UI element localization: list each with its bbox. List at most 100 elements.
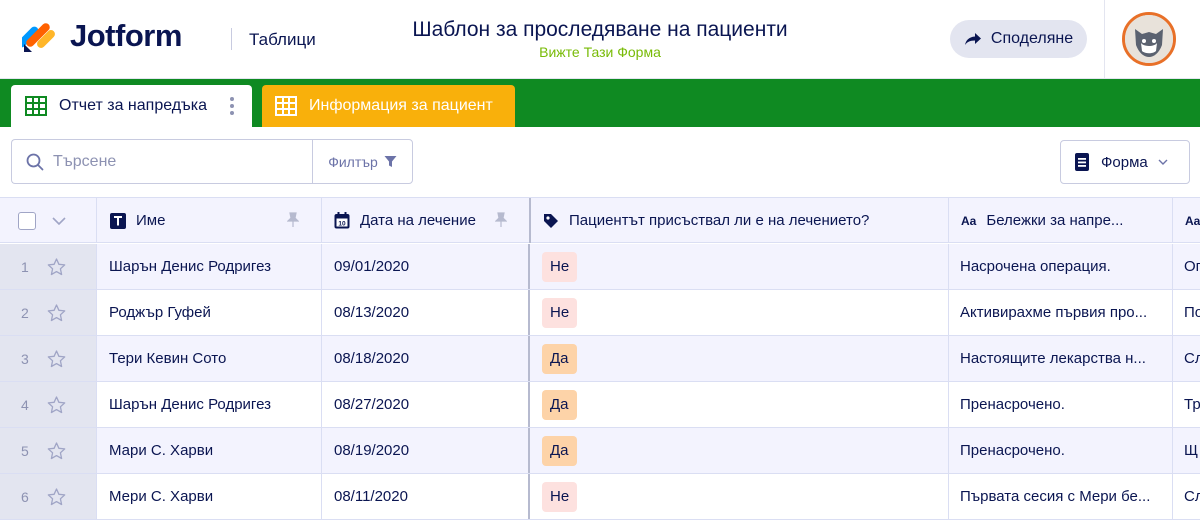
notes-cell[interactable]: Настоящите лекарства н... (949, 336, 1173, 381)
date-cell[interactable]: 09/01/2020 (322, 244, 530, 289)
more-vertical-icon[interactable] (230, 96, 234, 116)
row-number-cell: 2 (0, 290, 97, 335)
form-button[interactable]: Форма (1060, 140, 1190, 184)
star-icon[interactable] (47, 257, 66, 276)
search-input[interactable] (53, 152, 293, 171)
header-divider (231, 28, 232, 50)
row-number: 6 (21, 488, 29, 505)
overflow-cell[interactable]: Щ (1173, 428, 1200, 473)
star-icon[interactable] (47, 349, 66, 368)
name-cell[interactable]: Шарън Денис Родригез (97, 382, 322, 427)
attended-cell[interactable]: Не (531, 290, 949, 335)
logo-text: Jotform (70, 18, 182, 53)
app-header: Jotform Таблици Шаблон за проследяване н… (0, 0, 1200, 79)
row-number: 4 (21, 396, 29, 413)
row-number: 1 (21, 258, 29, 275)
row-number: 3 (21, 350, 29, 367)
star-icon[interactable] (47, 487, 66, 506)
tab-patient-info[interactable]: Информация за пациент (262, 85, 515, 127)
user-avatar-icon (1125, 15, 1173, 63)
chevron-down-icon[interactable] (52, 216, 66, 225)
attended-cell[interactable]: Не (531, 244, 949, 289)
table-row[interactable]: 2 Роджър Гуфей 08/13/2020 Не Активирахме пър… (0, 290, 1200, 336)
name-cell[interactable]: Тери Кевин Сото (97, 336, 322, 381)
notes-cell[interactable]: Активирахме първия про... (949, 290, 1173, 335)
overflow-cell[interactable]: По (1173, 290, 1200, 335)
tab-label: Отчет за напредъка (59, 97, 208, 114)
notes-cell[interactable]: Пренасрочено. (949, 382, 1173, 427)
table-row[interactable]: 4 Шарън Денис Родригез 08/27/2020 Да Пренаср… (0, 382, 1200, 428)
chevron-down-icon (1158, 159, 1168, 165)
jotform-logo-icon (17, 18, 56, 54)
date-cell[interactable]: 08/13/2020 (322, 290, 530, 335)
star-icon[interactable] (47, 395, 66, 414)
select-all-checkbox[interactable] (18, 211, 36, 230)
pin-icon[interactable] (287, 212, 299, 228)
row-number-cell: 5 (0, 428, 97, 473)
overflow-cell[interactable]: Тр (1173, 382, 1200, 427)
attended-badge: Не (542, 481, 578, 512)
view-form-link[interactable]: Вижте Тази Форма (400, 44, 800, 60)
jotform-logo[interactable]: Jotform (17, 18, 182, 54)
column-header-more[interactable]: Aa (1173, 198, 1200, 243)
name-cell[interactable]: Мари С. Харви (97, 428, 322, 473)
name-cell[interactable]: Шарън Денис Родригез (97, 244, 322, 289)
star-icon[interactable] (47, 303, 66, 322)
table-row[interactable]: 3 Тери Кевин Сото 08/18/2020 Да Настоящите л… (0, 336, 1200, 382)
date-cell[interactable]: 08/27/2020 (322, 382, 530, 427)
header-separator (1104, 0, 1105, 79)
column-header-date[interactable]: 10 Дата на лечение (322, 198, 531, 243)
text-aa-icon: Aa (1185, 213, 1200, 228)
star-icon[interactable] (47, 441, 66, 460)
pin-icon[interactable] (495, 212, 507, 228)
overflow-cell[interactable]: Оп (1173, 244, 1200, 289)
overflow-cell[interactable]: Сл (1173, 474, 1200, 519)
form-label: Форма (1101, 153, 1148, 171)
svg-text:10: 10 (338, 221, 346, 228)
text-type-icon (110, 212, 126, 229)
form-document-icon (1075, 153, 1089, 171)
name-cell[interactable]: Мери С. Харви (97, 474, 322, 519)
column-header-notes[interactable]: Aa Бележки за напре... (949, 198, 1173, 243)
table-header-row: Име 10 Дата на лечение Пациентът присъст… (0, 198, 1200, 243)
name-cell[interactable]: Роджър Гуфей (97, 290, 322, 335)
notes-cell[interactable]: Пренасрочено. (949, 428, 1173, 473)
notes-cell[interactable]: Насрочена операция. (949, 244, 1173, 289)
attended-badge: Не (542, 297, 578, 328)
share-label: Споделяне (990, 30, 1074, 47)
attended-cell[interactable]: Да (531, 336, 949, 381)
table-row[interactable]: 1 Шарън Денис Родригез 09/01/2020 Не Насроче… (0, 244, 1200, 290)
attended-badge: Не (542, 251, 578, 282)
tab-progress-report[interactable]: Отчет за напредъка (11, 85, 252, 127)
table-grid-icon (275, 96, 297, 116)
app-name[interactable]: Таблици (249, 30, 316, 50)
column-header-attended[interactable]: Пациентът присъствал ли е на лечението? (531, 198, 949, 243)
table-row[interactable]: 6 Мери С. Харви 08/11/2020 Не Първата сесия … (0, 474, 1200, 520)
filter-button[interactable]: Филтър (312, 139, 413, 184)
row-number-cell: 4 (0, 382, 97, 427)
overflow-cell[interactable]: Сл (1173, 336, 1200, 381)
table-row[interactable]: 5 Мари С. Харви 08/19/2020 Да Пренасрочено. Щ (0, 428, 1200, 474)
date-cell[interactable]: 08/19/2020 (322, 428, 530, 473)
search-box (11, 139, 313, 184)
data-table: Име 10 Дата на лечение Пациентът присъст… (0, 197, 1200, 520)
tag-icon (544, 213, 558, 228)
row-number: 5 (21, 442, 29, 459)
attended-cell[interactable]: Да (531, 382, 949, 427)
row-number-cell: 6 (0, 474, 97, 519)
attended-cell[interactable]: Не (531, 474, 949, 519)
filter-funnel-icon (384, 156, 397, 167)
search-icon (26, 153, 44, 170)
date-cell[interactable]: 08/11/2020 (322, 474, 530, 519)
select-all-cell (0, 198, 97, 243)
attended-badge: Да (542, 435, 577, 466)
attended-badge: Да (542, 343, 577, 374)
avatar[interactable] (1122, 12, 1176, 66)
attended-badge: Да (542, 389, 577, 420)
attended-cell[interactable]: Да (531, 428, 949, 473)
column-header-name[interactable]: Име (97, 198, 322, 243)
share-button[interactable]: Споделяне (950, 20, 1087, 58)
date-cell[interactable]: 08/18/2020 (322, 336, 530, 381)
notes-cell[interactable]: Първата сесия с Мери бе... (949, 474, 1173, 519)
filter-label: Филтър (328, 153, 378, 170)
